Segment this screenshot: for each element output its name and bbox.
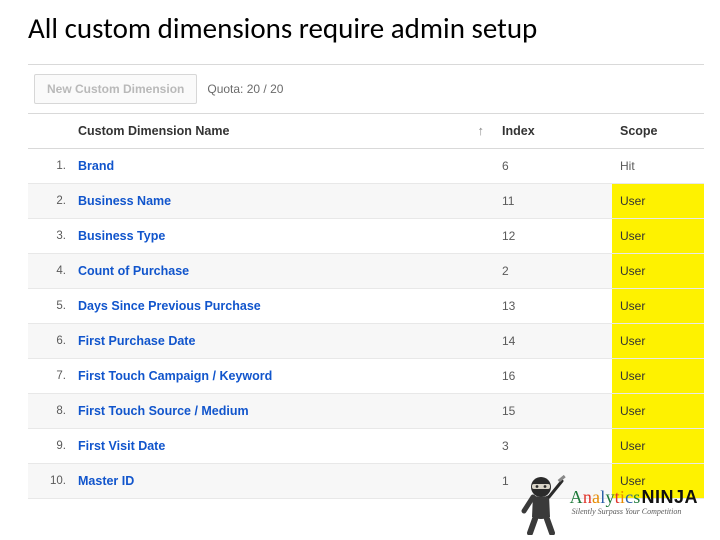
new-custom-dimension-button[interactable]: New Custom Dimension — [34, 74, 197, 104]
row-index: 2 — [494, 254, 612, 289]
dimension-link[interactable]: Business Name — [78, 194, 171, 208]
dimension-link[interactable]: Days Since Previous Purchase — [78, 299, 261, 313]
row-name-cell: First Touch Source / Medium — [70, 394, 494, 429]
row-index: 3 — [494, 429, 612, 464]
table-row: 4. Count of Purchase 2User — [28, 254, 704, 289]
brand-footer: Analytics NINJA Silently Surpass Your Co… — [516, 472, 698, 532]
row-scope: User — [612, 359, 704, 394]
row-scope: User — [612, 394, 704, 429]
row-name-cell: Count of Purchase — [70, 254, 494, 289]
row-number: 1. — [28, 149, 70, 184]
table-row: 5. Days Since Previous Purchase 13User — [28, 289, 704, 324]
table-row: 1. Brand 6Hit — [28, 149, 704, 184]
dimension-link[interactable]: First Touch Campaign / Keyword — [78, 369, 272, 383]
row-index: 13 — [494, 289, 612, 324]
row-scope: User — [612, 219, 704, 254]
toolbar: New Custom Dimension Quota: 20 / 20 — [28, 65, 704, 114]
dimension-link[interactable]: Count of Purchase — [78, 264, 189, 278]
row-number: 7. — [28, 359, 70, 394]
row-name-cell: Brand — [70, 149, 494, 184]
row-scope: User — [612, 184, 704, 219]
dimension-link[interactable]: First Purchase Date — [78, 334, 195, 348]
table-row: 3. Business Type 12User — [28, 219, 704, 254]
row-number: 3. — [28, 219, 70, 254]
row-name-cell: Master ID — [70, 464, 494, 499]
row-index: 6 — [494, 149, 612, 184]
row-index: 15 — [494, 394, 612, 429]
row-name-cell: First Purchase Date — [70, 324, 494, 359]
table-row: 2. Business Name 11User — [28, 184, 704, 219]
dimension-link[interactable]: Master ID — [78, 474, 134, 488]
row-index: 11 — [494, 184, 612, 219]
column-header-index[interactable]: Index — [494, 114, 612, 149]
custom-dimensions-panel: New Custom Dimension Quota: 20 / 20 Cust… — [28, 64, 704, 499]
row-number: 8. — [28, 394, 70, 429]
column-header-name-label: Custom Dimension Name — [78, 124, 229, 138]
row-name-cell: Days Since Previous Purchase — [70, 289, 494, 324]
dimension-link[interactable]: Brand — [78, 159, 114, 173]
quota-label: Quota: 20 / 20 — [207, 82, 283, 96]
brand-word-analytics: Analytics — [570, 488, 641, 506]
table-row: 8. First Touch Source / Medium 15User — [28, 394, 704, 429]
row-number: 6. — [28, 324, 70, 359]
row-number: 4. — [28, 254, 70, 289]
dimension-link[interactable]: First Visit Date — [78, 439, 165, 453]
table-row: 7. First Touch Campaign / Keyword 16User — [28, 359, 704, 394]
row-scope: User — [612, 324, 704, 359]
row-name-cell: First Touch Campaign / Keyword — [70, 359, 494, 394]
row-scope: Hit — [612, 149, 704, 184]
dimension-link[interactable]: Business Type — [78, 229, 165, 243]
row-scope: User — [612, 429, 704, 464]
row-index: 14 — [494, 324, 612, 359]
row-number: 2. — [28, 184, 70, 219]
column-header-number — [28, 114, 70, 149]
brand-word-ninja: NINJA — [641, 488, 698, 506]
table-row: 9. First Visit Date 3User — [28, 429, 704, 464]
row-number: 9. — [28, 429, 70, 464]
table-row: 6. First Purchase Date 14User — [28, 324, 704, 359]
page-title: All custom dimensions require admin setu… — [0, 0, 720, 64]
custom-dimensions-table: Custom Dimension Name ↑ Index Scope 1. Br… — [28, 114, 704, 499]
brand-text: Analytics NINJA Silently Surpass Your Co… — [570, 488, 698, 516]
column-header-name[interactable]: Custom Dimension Name ↑ — [70, 114, 494, 149]
row-name-cell: Business Name — [70, 184, 494, 219]
row-scope: User — [612, 254, 704, 289]
sort-ascending-icon: ↑ — [478, 123, 485, 138]
column-header-scope[interactable]: Scope — [612, 114, 704, 149]
brand-tagline: Silently Surpass Your Competition — [572, 508, 698, 516]
row-name-cell: Business Type — [70, 219, 494, 254]
dimension-link[interactable]: First Touch Source / Medium — [78, 404, 249, 418]
row-scope: User — [612, 289, 704, 324]
row-name-cell: First Visit Date — [70, 429, 494, 464]
row-index: 16 — [494, 359, 612, 394]
row-number: 5. — [28, 289, 70, 324]
row-index: 12 — [494, 219, 612, 254]
row-number: 10. — [28, 464, 70, 499]
ninja-icon — [516, 475, 566, 535]
